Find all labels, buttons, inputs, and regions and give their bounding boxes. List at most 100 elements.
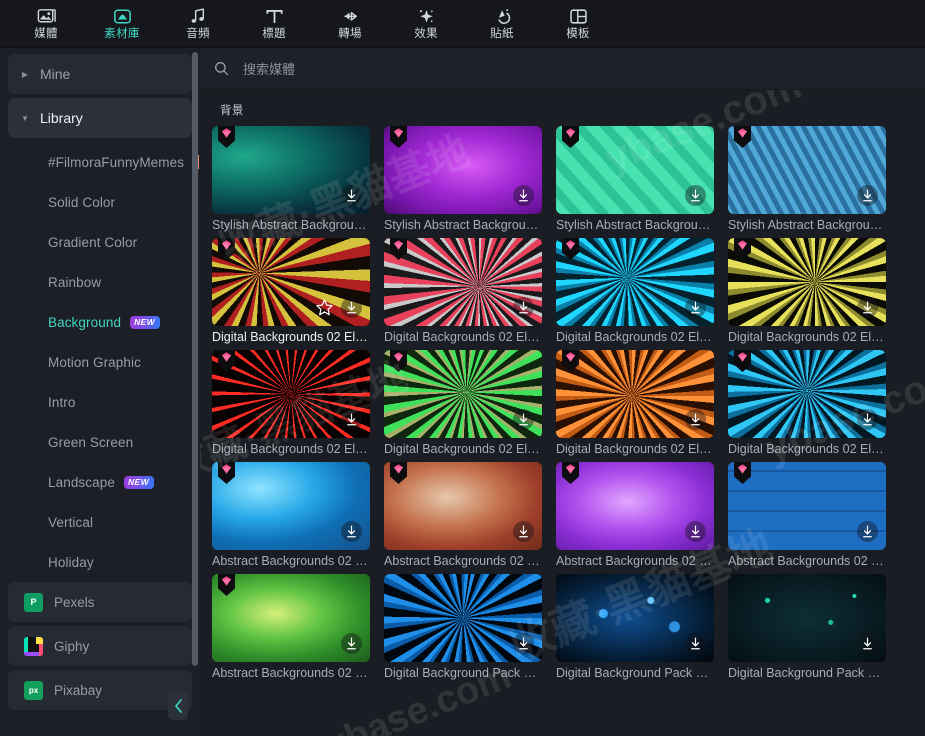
toolbar-tab-5[interactable]: 轉場 [312, 0, 388, 48]
download-icon[interactable] [341, 521, 362, 542]
asset-thumbnail[interactable] [728, 126, 886, 214]
asset-card[interactable]: Digital Background Pack El... [728, 574, 886, 680]
asset-card[interactable]: Digital Backgrounds 02 Ele... [556, 350, 714, 456]
download-icon[interactable] [857, 521, 878, 542]
download-icon[interactable] [341, 185, 362, 206]
asset-thumbnail[interactable] [384, 574, 542, 662]
sidebar-scrollbar-track[interactable] [192, 52, 198, 678]
asset-card[interactable]: Digital Backgrounds 02 Ele... [384, 350, 542, 456]
sidebar-item-gradient-color[interactable]: Gradient Color [0, 222, 200, 262]
sidebar-item-landscape[interactable]: Landscape NEW [0, 462, 200, 502]
download-icon[interactable] [341, 297, 362, 318]
download-icon[interactable] [685, 521, 706, 542]
asset-title: Stylish Abstract Backgroun... [384, 218, 542, 232]
sidebar-group-mine[interactable]: ▶ Mine [8, 54, 192, 94]
sidebar-item-vertical[interactable]: Vertical [0, 502, 200, 542]
asset-card[interactable]: Abstract Backgrounds 02 E... [212, 574, 370, 680]
sidebar-collapse-button[interactable] [168, 692, 188, 720]
asset-thumbnail[interactable] [384, 462, 542, 550]
sidebar-item-motion-graphic[interactable]: Motion Graphic [0, 342, 200, 382]
sidebar-source-giphy[interactable]: Giphy [8, 626, 192, 666]
sidebar-item-intro[interactable]: Intro [0, 382, 200, 422]
asset-thumbnail[interactable] [384, 350, 542, 438]
sidebar-item-background[interactable]: Background NEW [0, 302, 200, 342]
asset-card[interactable]: Digital Backgrounds 02 Ele... [212, 350, 370, 456]
sidebar-item-filmorafunnymemes[interactable]: #FilmoraFunnyMemes [0, 142, 200, 182]
asset-title: Digital Backgrounds 02 Ele... [212, 442, 370, 456]
asset-thumbnail[interactable] [212, 574, 370, 662]
search-input[interactable]: 搜索媒體 [214, 59, 911, 78]
sidebar-source-pixabay[interactable]: px Pixabay [8, 670, 192, 710]
asset-title: Stylish Abstract Backgroun... [728, 218, 886, 232]
asset-card[interactable]: Stylish Abstract Backgroun... [384, 126, 542, 232]
asset-card[interactable]: Stylish Abstract Backgroun... [212, 126, 370, 232]
toolbar-tab-8[interactable]: 模板 [540, 0, 616, 48]
sticker-icon [497, 9, 510, 24]
asset-card[interactable]: Abstract Backgrounds 02 E... [728, 462, 886, 568]
asset-thumbnail[interactable] [212, 126, 370, 214]
asset-thumbnail[interactable] [556, 126, 714, 214]
asset-card[interactable]: Digital Backgrounds 02 Ele... [728, 238, 886, 344]
asset-card[interactable]: Digital Background Pack El... [556, 574, 714, 680]
sidebar-group-library[interactable]: ▼ Library [8, 98, 192, 138]
download-icon[interactable] [513, 633, 534, 654]
asset-thumbnail[interactable] [728, 574, 886, 662]
download-icon[interactable] [857, 409, 878, 430]
asset-card[interactable]: Abstract Backgrounds 02 E... [212, 462, 370, 568]
asset-thumbnail[interactable] [728, 238, 886, 326]
sidebar-item-green-screen[interactable]: Green Screen [0, 422, 200, 462]
asset-grid-container: 背景 Stylish Abstract Backgroun... Stylish … [200, 90, 925, 736]
toolbar-tab-4[interactable]: 標題 [236, 0, 312, 48]
download-icon[interactable] [857, 185, 878, 206]
asset-thumbnail[interactable] [556, 350, 714, 438]
asset-card[interactable]: Abstract Backgrounds 02 E... [556, 462, 714, 568]
download-icon[interactable] [341, 633, 362, 654]
asset-thumbnail[interactable] [212, 350, 370, 438]
download-icon[interactable] [341, 409, 362, 430]
asset-card[interactable]: Digital Backgrounds 02 Ele... [212, 238, 370, 344]
download-icon[interactable] [513, 297, 534, 318]
giphy-icon [24, 636, 43, 656]
toolbar-tab-6[interactable]: 效果 [388, 0, 464, 48]
asset-card[interactable]: Digital Background Pack El... [384, 574, 542, 680]
sidebar-source-pexels[interactable]: P Pexels [8, 582, 192, 622]
download-icon[interactable] [685, 633, 706, 654]
toolbar-tab-7[interactable]: 貼紙 [464, 0, 540, 48]
asset-thumbnail[interactable] [212, 462, 370, 550]
toolbar-tab-label: 轉場 [338, 27, 362, 40]
sidebar-item-holiday[interactable]: Holiday [0, 542, 200, 582]
asset-title: Digital Backgrounds 02 Ele... [728, 442, 886, 456]
asset-card[interactable]: Digital Backgrounds 02 Ele... [384, 238, 542, 344]
asset-thumbnail[interactable] [556, 574, 714, 662]
toolbar-tab-3[interactable]: 音頻 [160, 0, 236, 48]
asset-thumbnail[interactable] [212, 238, 370, 326]
asset-thumbnail[interactable] [556, 462, 714, 550]
asset-thumbnail[interactable] [728, 462, 886, 550]
download-icon[interactable] [685, 185, 706, 206]
toolbar-tab-1[interactable]: 媒體 [8, 0, 84, 48]
download-icon[interactable] [685, 409, 706, 430]
download-icon[interactable] [513, 185, 534, 206]
asset-card[interactable]: Stylish Abstract Backgroun... [556, 126, 714, 232]
asset-thumbnail[interactable] [384, 238, 542, 326]
sidebar-item-solid-color[interactable]: Solid Color [0, 182, 200, 222]
download-icon[interactable] [857, 297, 878, 318]
asset-card[interactable]: Abstract Backgrounds 02 E... [384, 462, 542, 568]
favorite-star-icon[interactable] [315, 298, 334, 317]
asset-thumbnail[interactable] [728, 350, 886, 438]
sidebar-item-label: Motion Graphic [48, 354, 141, 370]
sidebar-item-rainbow[interactable]: Rainbow [0, 262, 200, 302]
download-icon[interactable] [513, 521, 534, 542]
asset-card[interactable]: Stylish Abstract Backgroun... [728, 126, 886, 232]
premium-gem-badge [218, 574, 235, 596]
download-icon[interactable] [685, 297, 706, 318]
asset-title: Digital Background Pack El... [728, 666, 886, 680]
asset-card[interactable]: Digital Backgrounds 02 Ele... [556, 238, 714, 344]
asset-thumbnail[interactable] [384, 126, 542, 214]
asset-card[interactable]: Digital Backgrounds 02 Ele... [728, 350, 886, 456]
download-icon[interactable] [513, 409, 534, 430]
toolbar-tab-2[interactable]: 素材庫 [84, 0, 160, 48]
sidebar-scrollbar-thumb[interactable] [192, 52, 198, 666]
download-icon[interactable] [857, 633, 878, 654]
asset-thumbnail[interactable] [556, 238, 714, 326]
